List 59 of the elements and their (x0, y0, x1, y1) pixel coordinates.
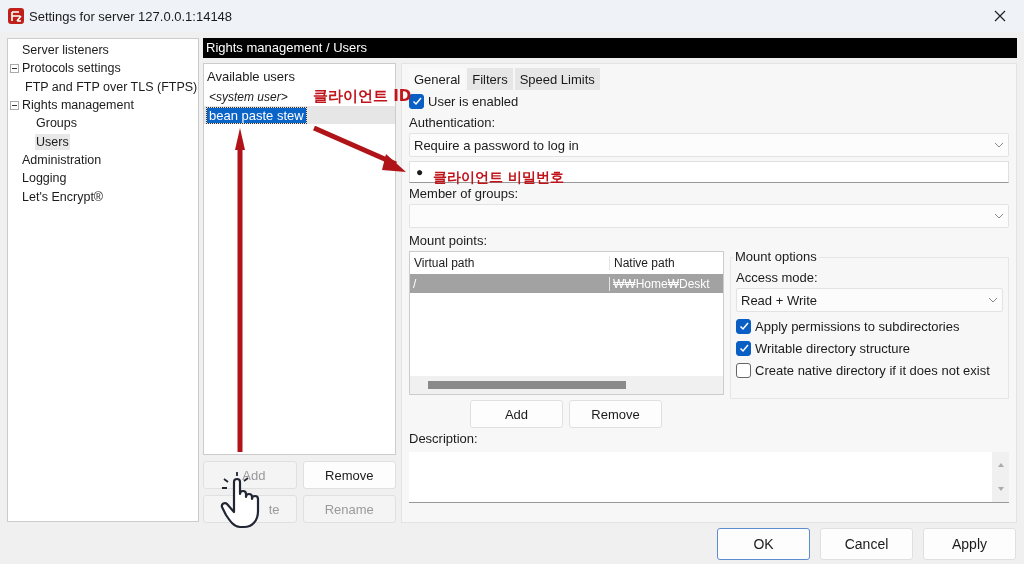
checkbox[interactable] (736, 362, 751, 378)
button[interactable]: Remove (569, 400, 662, 428)
chevron-down-icon (988, 297, 998, 303)
scroll-up-icon (996, 462, 1005, 468)
tab[interactable]: Filters (467, 68, 513, 90)
app-logo-icon (8, 8, 24, 24)
tree-item[interactable]: FTP and FTP over TLS (FTPS) (24, 78, 199, 95)
field-label: Member of groups: (409, 185, 520, 203)
close-icon (994, 10, 1006, 22)
scroll-down-icon (996, 486, 1005, 492)
chevron-down-icon (994, 142, 1004, 148)
tree-item[interactable]: Groups (35, 115, 78, 132)
checkmark-icon (737, 320, 750, 332)
column-header[interactable]: Virtual path (410, 256, 610, 270)
tree-item[interactable]: Logging (21, 170, 68, 187)
checkbox[interactable] (736, 318, 751, 334)
checkbox[interactable] (736, 340, 751, 356)
page-header: Rights management / Users (203, 38, 1017, 58)
tree-item[interactable]: Rights management (21, 97, 135, 114)
authentication-dropdown[interactable]: Require a password to log in (409, 133, 1009, 157)
checkmark-icon (410, 95, 423, 107)
collapse-toggle[interactable] (10, 100, 21, 110)
horizontal-scrollbar[interactable] (410, 376, 723, 394)
button[interactable]: Cancel (820, 528, 913, 560)
tree-item[interactable]: Let's Encrypt® (21, 188, 105, 205)
chevron-down-icon (994, 213, 1004, 219)
collapse-toggle[interactable] (10, 63, 21, 73)
access-mode-dropdown[interactable]: Read + Write (736, 288, 1003, 312)
tree-item[interactable]: Administration (21, 151, 103, 168)
checkbox-label: Writable directory structure (755, 340, 911, 356)
window-title: Settings for server 127.0.0.1:14148 (29, 8, 233, 24)
button[interactable]: Add (470, 400, 563, 428)
button[interactable]: OK (717, 528, 810, 560)
checkbox-label: Create native directory if it does not exist (755, 362, 990, 378)
field-label: Description: (409, 430, 479, 448)
list-heading: Available users (207, 69, 296, 84)
vertical-scrollbar[interactable] (992, 452, 1009, 502)
field-label: Authentication: (409, 114, 496, 132)
checkmark-icon (737, 342, 750, 354)
checkbox[interactable] (409, 93, 424, 109)
tab[interactable]: Speed Limits (514, 68, 600, 90)
button[interactable]: Apply (923, 528, 1016, 560)
column-header[interactable]: Native path (610, 256, 723, 270)
button[interactable]: Remove (302, 461, 396, 489)
minus-icon (10, 100, 19, 110)
annotation-label: 클라이언트 비밀번호 (433, 170, 564, 185)
list-item[interactable]: bean paste stew (207, 107, 306, 123)
checkbox-label: Apply permissions to subdirectories (755, 318, 960, 334)
annotation-label: 클라이언트 ID (313, 87, 412, 106)
description-field[interactable] (409, 452, 1009, 503)
list-item[interactable]: <system user> (207, 90, 288, 104)
minus-icon (10, 63, 19, 73)
field-label: Mount points: (409, 232, 489, 250)
group-title: Mount options (733, 249, 819, 264)
field-label: Access mode: (736, 269, 819, 287)
checkbox-label: User is enabled (428, 93, 519, 109)
tree-item[interactable]: Server listeners (21, 42, 110, 59)
tree-item[interactable]: Protocols settings (21, 60, 122, 77)
tree-item[interactable]: Users (35, 133, 70, 150)
